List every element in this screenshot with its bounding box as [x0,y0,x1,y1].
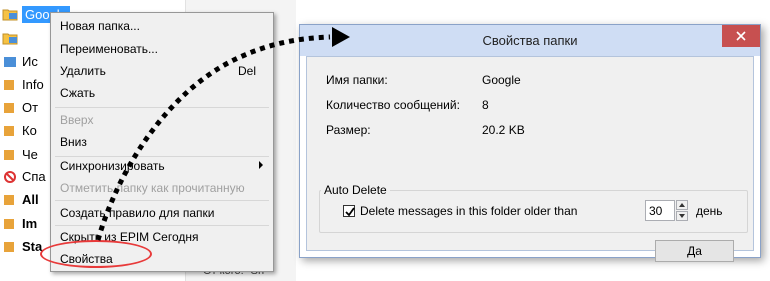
annotation-arrow [95,27,350,241]
arrowhead-icon [332,27,350,47]
